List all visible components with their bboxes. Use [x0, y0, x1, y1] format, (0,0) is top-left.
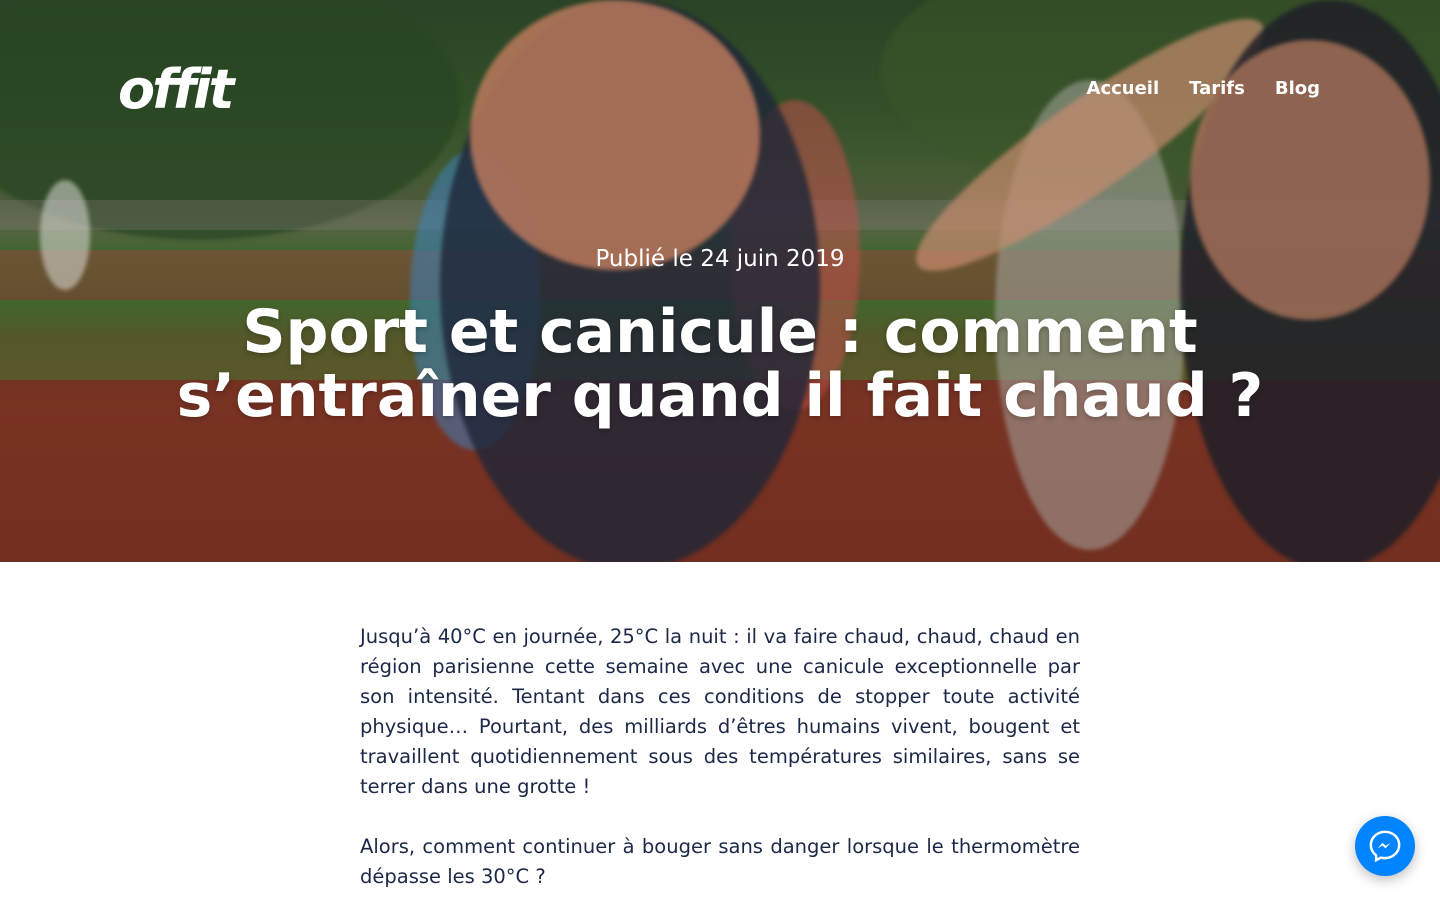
messenger-chat-button[interactable] — [1355, 816, 1415, 876]
background-runner — [40, 180, 90, 290]
article-title: Sport et canicule : comment s’entraîner … — [176, 297, 1264, 431]
nav-item-tarifs[interactable]: Tarifs — [1189, 78, 1245, 99]
photo-man-left-head — [470, 0, 760, 270]
hero-banner: offit Accueil Tarifs Blog Publié le 24 j… — [0, 0, 1440, 562]
messenger-icon — [1369, 830, 1401, 863]
nav-item-blog[interactable]: Blog — [1275, 78, 1320, 99]
logo[interactable]: offit — [118, 58, 234, 122]
article-paragraph: Jusqu’à 40°C en journée, 25°C la nuit : … — [360, 625, 1080, 798]
nav-item-accueil[interactable]: Accueil — [1087, 78, 1160, 99]
article-body: Jusqu’à 40°C en journée, 25°C la nuit : … — [360, 622, 1080, 922]
article-paragraph: Alors, comment continuer à bouger sans d… — [360, 835, 1080, 888]
published-date: Publié le 24 juin 2019 — [595, 246, 845, 272]
main-nav: Accueil Tarifs Blog — [1087, 78, 1320, 99]
